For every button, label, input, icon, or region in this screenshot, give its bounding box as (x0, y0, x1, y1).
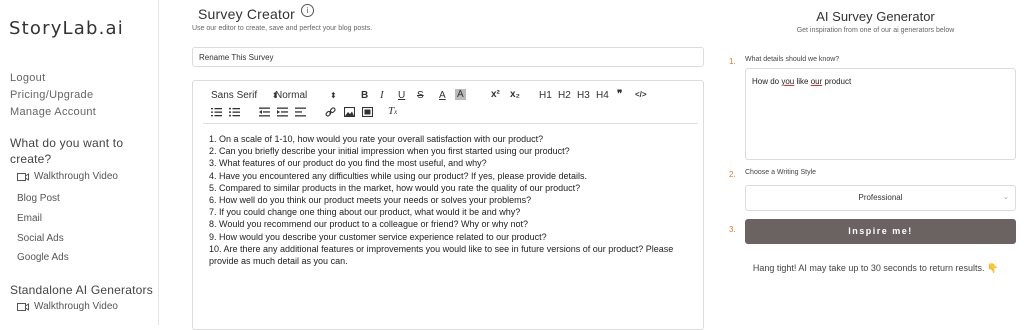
blockquote-icon[interactable]: ❞ (617, 89, 622, 100)
bullet-list-icon[interactable] (229, 107, 240, 117)
details-text: you (781, 77, 795, 86)
sidebar-item-blog-post[interactable]: Blog Post (17, 193, 60, 204)
inspire-me-button[interactable]: Inspire me! (745, 219, 1016, 244)
survey-question: 10. Are there any additional features or… (209, 243, 674, 267)
sidebar: StoryLab.ai Logout Pricing/Upgrade Manag… (0, 0, 159, 325)
image-icon[interactable] (344, 107, 355, 117)
section-title-create-line1: What do you want to (10, 136, 124, 150)
writing-style-value: Professional (858, 193, 903, 202)
sidebar-item-email[interactable]: Email (17, 213, 42, 224)
step-1-number: 1. (729, 57, 736, 66)
superscript-button[interactable]: x² (491, 89, 500, 100)
editor-toolbar: Sans Serif ⬍ Normal ⬍ B I U S A A x² x₂ … (203, 87, 698, 124)
sidebar-item-social-ads[interactable]: Social Ads (17, 233, 64, 244)
survey-question: 8. Would you recommend our product to a … (209, 219, 529, 230)
pricing-upgrade-link[interactable]: Pricing/Upgrade (10, 87, 96, 104)
heading4-button[interactable]: H4 (596, 90, 609, 101)
font-family-value: Sans Serif (211, 90, 258, 101)
walkthrough-video-label-2: Walkthrough Video (34, 301, 118, 312)
page-title: Survey Creator (198, 6, 295, 22)
video-icon[interactable] (362, 107, 373, 117)
details-label: What details should we know? (745, 56, 840, 63)
heading2-button[interactable]: H2 (558, 90, 571, 101)
clear-format-icon[interactable]: Tx (388, 105, 397, 117)
survey-question: 6. How well do you think our product mee… (209, 195, 532, 206)
video-camera-icon (17, 172, 29, 181)
step-3-number: 3. (729, 225, 736, 234)
page-subtitle: Use our editor to create, save and perfe… (192, 25, 373, 32)
generator-title: AI Survey Generator (816, 9, 935, 24)
font-family-select[interactable]: Sans Serif ⬍ (211, 90, 279, 101)
heading3-button[interactable]: H3 (577, 90, 590, 101)
wait-message: Hang tight! AI may take up to 30 seconds… (752, 263, 999, 273)
ordered-list-icon[interactable] (211, 107, 222, 117)
survey-question: 5. Compared to similar products in the m… (209, 182, 581, 193)
rich-text-editor[interactable]: Sans Serif ⬍ Normal ⬍ B I U S A A x² x₂ … (192, 80, 704, 330)
account-links: Logout Pricing/Upgrade Manage Account (10, 70, 96, 121)
walkthrough-video-link-2[interactable]: Walkthrough Video (17, 301, 118, 312)
editor-content[interactable]: 1. On a scale of 1-10, how would you rat… (209, 133, 689, 267)
ai-survey-generator-panel: AI Survey Generator Get inspiration from… (727, 0, 1024, 325)
font-size-select[interactable]: Normal ⬍ (275, 90, 337, 101)
chevron-down-icon: ⌄ (1003, 194, 1009, 201)
video-camera-icon (17, 302, 29, 311)
logout-link[interactable]: Logout (10, 70, 96, 87)
text-color-icon[interactable]: A (439, 90, 446, 101)
survey-name-input[interactable] (192, 47, 704, 67)
survey-question: 9. How would you describe your customer … (209, 231, 547, 242)
survey-question: 1. On a scale of 1-10, how would you rat… (209, 134, 544, 144)
survey-creator-panel: Survey Creator i Use our editor to creat… (192, 0, 706, 330)
step-2-number: 2. (729, 170, 736, 179)
walkthrough-video-link[interactable]: Walkthrough Video (17, 171, 118, 182)
generator-subtitle: Get inspiration from one of our ai gener… (796, 27, 955, 34)
details-text: How do (752, 77, 782, 86)
details-text: product (822, 77, 852, 86)
indent-icon[interactable] (277, 107, 288, 117)
updown-caret-icon: ⬍ (330, 91, 337, 100)
sidebar-item-google-ads[interactable]: Google Ads (17, 252, 69, 263)
app-logo[interactable]: StoryLab.ai (9, 18, 124, 39)
italic-icon[interactable]: I (380, 89, 384, 101)
info-icon[interactable]: i (300, 3, 314, 17)
outdent-icon[interactable] (259, 107, 270, 117)
survey-question: 7. If you could change one thing about o… (209, 207, 521, 218)
walkthrough-video-label: Walkthrough Video (34, 171, 118, 182)
title-row: Survey Creator i (198, 3, 314, 22)
writing-style-label: Choose a Writing Style (745, 169, 817, 176)
subscript-button[interactable]: x₂ (510, 89, 520, 100)
section-title-standalone: Standalone AI Generators (10, 283, 153, 297)
underline-icon[interactable]: U (398, 90, 405, 101)
heading1-button[interactable]: H1 (539, 90, 552, 101)
details-text: our (810, 77, 823, 86)
code-block-icon[interactable]: </> (635, 90, 647, 99)
writing-style-select[interactable]: Professional ⌄ (745, 185, 1016, 211)
section-title-create-line2: create? (10, 152, 52, 166)
strikethrough-icon[interactable]: S (417, 90, 424, 101)
font-size-value: Normal (275, 90, 308, 101)
survey-question: 4. Have you encountered any difficulties… (209, 170, 588, 181)
details-text: like (794, 77, 811, 86)
survey-question: 3. What features of our product do you f… (209, 158, 487, 169)
manage-account-link[interactable]: Manage Account (10, 104, 96, 121)
align-icon[interactable] (295, 107, 306, 117)
details-textarea[interactable]: How do you like our product (745, 68, 1016, 160)
link-icon[interactable] (325, 107, 336, 117)
bold-icon[interactable]: B (361, 90, 368, 101)
background-color-icon[interactable]: A (455, 89, 466, 100)
survey-question: 2. Can you briefly describe your initial… (209, 146, 570, 157)
